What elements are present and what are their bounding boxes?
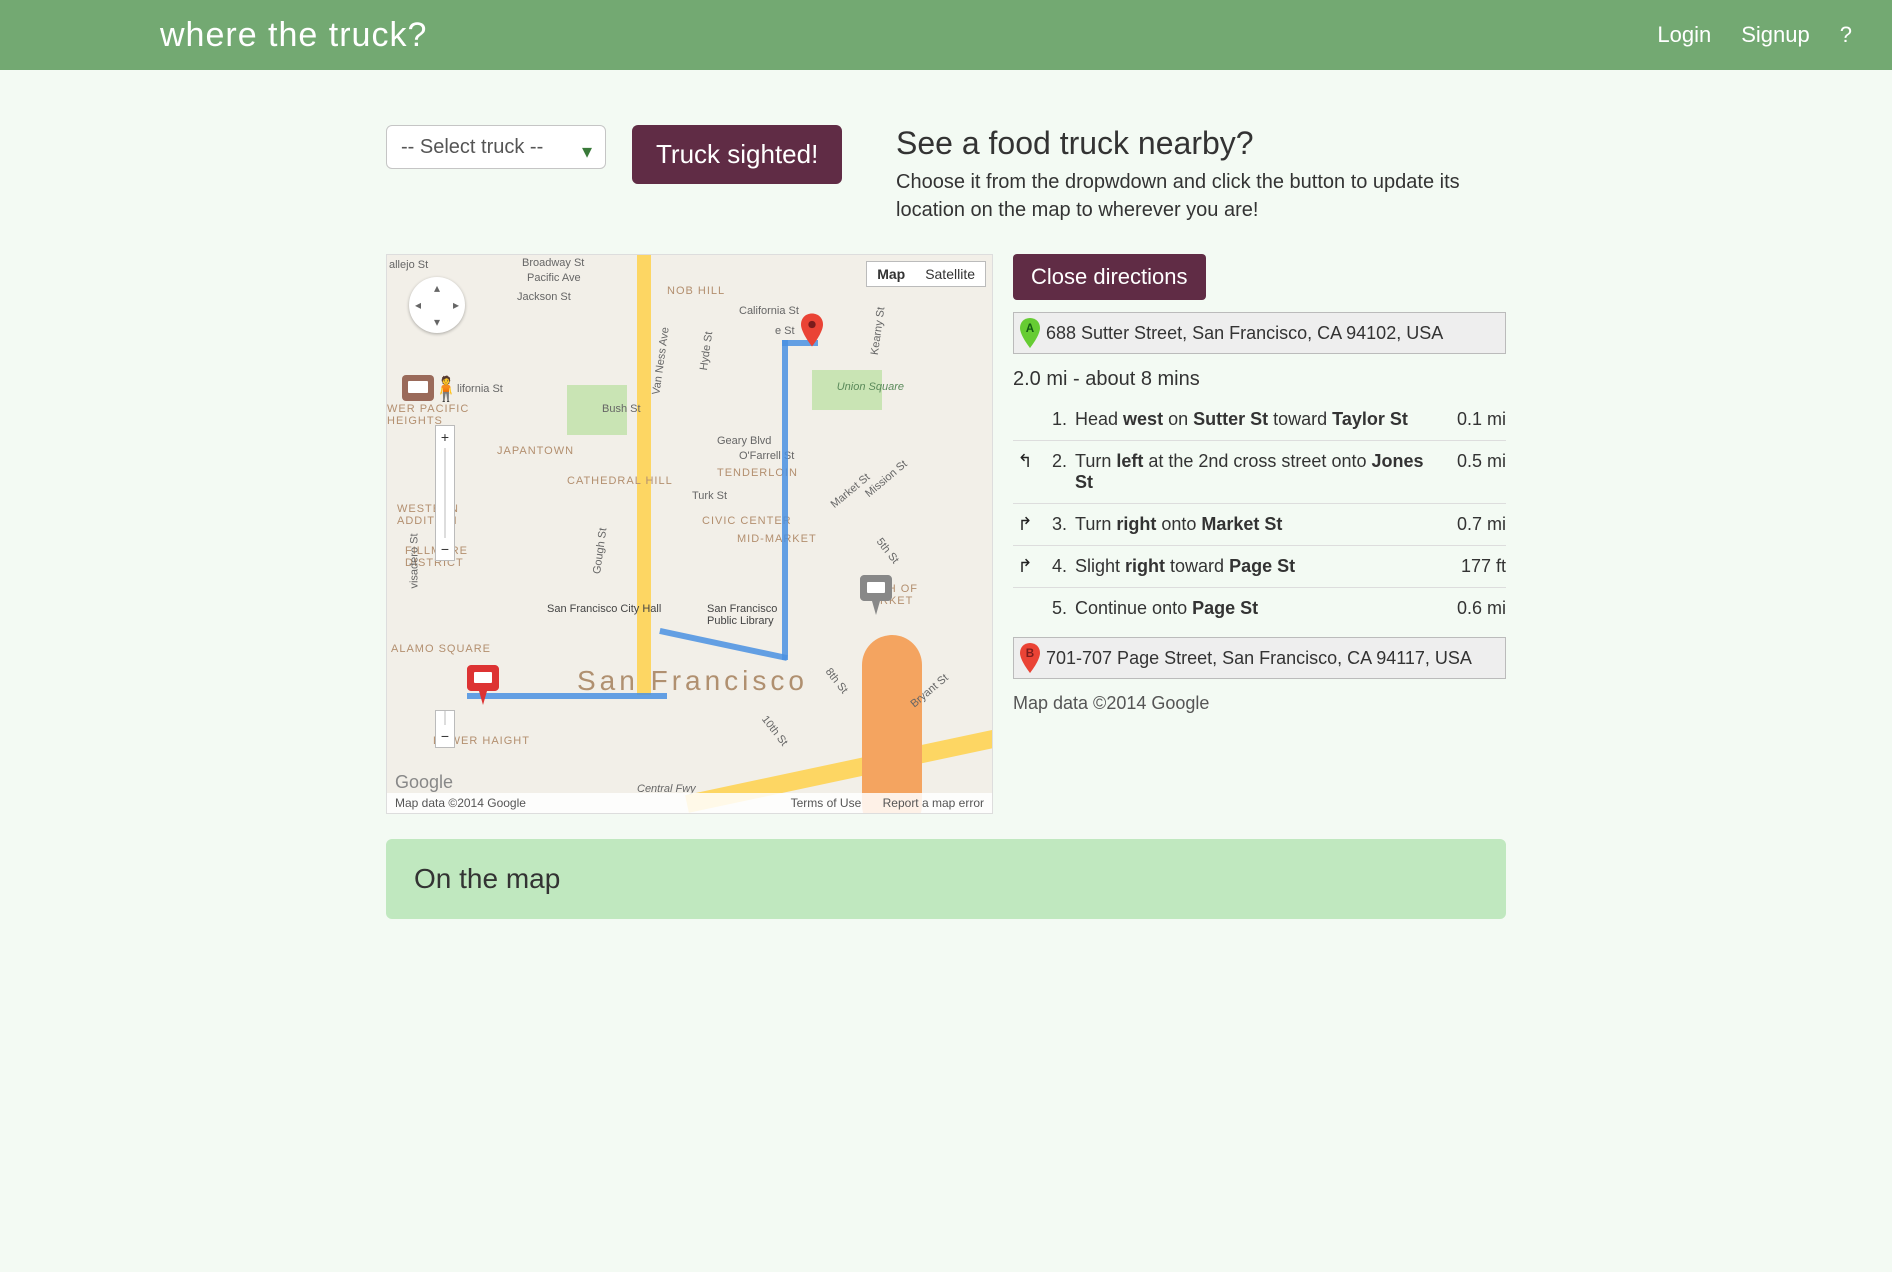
dest-address: 701-707 Page Street, San Francisco, CA 9… <box>1046 648 1472 669</box>
step-text: Head west on Sutter St toward Taylor St <box>1075 409 1436 430</box>
area-label: MID-MARKET <box>737 533 817 545</box>
step-number: 2. <box>1041 451 1067 472</box>
directions-credits: Map data ©2014 Google <box>1013 693 1506 714</box>
direction-step: 5. Continue onto Page St0.6 mi <box>1013 587 1506 629</box>
map-type-toggle: Map Satellite <box>866 261 986 287</box>
street-label: lifornia St <box>457 383 503 395</box>
legend-title: On the map <box>414 863 1478 895</box>
turn-icon: ↰ <box>1013 451 1037 472</box>
step-text: Turn right onto Market St <box>1075 514 1436 535</box>
street-label: Jackson St <box>517 291 571 303</box>
map-pin-truck-icon[interactable] <box>402 375 434 407</box>
header: where the truck? Login Signup ? <box>0 0 1892 70</box>
map-pin-truck-icon[interactable] <box>860 575 892 615</box>
map[interactable]: NOB HILL Union Square JAPANTOWN CATHEDRA… <box>386 254 993 814</box>
map-pan-control[interactable]: ▴ ▾ ◂ ▸ <box>409 277 465 333</box>
directions-summary: 2.0 mi - about 8 mins <box>1013 368 1506 391</box>
arrow-up-icon[interactable]: ▴ <box>434 281 440 295</box>
city-label: San Francisco <box>577 665 808 697</box>
nav-links: Login Signup ? <box>1657 22 1852 48</box>
map-pin-truck-icon[interactable] <box>467 665 499 705</box>
svg-text:B: B <box>1026 647 1034 660</box>
street-label: Geary Blvd <box>717 435 771 447</box>
nav-signup[interactable]: Signup <box>1741 22 1810 48</box>
poi-label: San Francisco City Hall <box>547 603 661 615</box>
directions-steps: 1. Head west on Sutter St toward Taylor S… <box>1013 399 1506 629</box>
step-text: Turn left at the 2nd cross street onto J… <box>1075 451 1436 493</box>
info-body: Choose it from the dropwdown and click t… <box>896 168 1506 224</box>
nav-help[interactable]: ? <box>1840 22 1852 48</box>
street-label: allejo St <box>389 259 428 271</box>
close-directions-button[interactable]: Close directions <box>1013 254 1206 300</box>
street-label: Pacific Ave <box>527 272 581 284</box>
truck-select[interactable]: -- Select truck -- <box>386 125 606 169</box>
street-label: Bush St <box>602 403 641 415</box>
area-label: CIVIC CENTER <box>702 515 792 527</box>
step-text: Continue onto Page St <box>1075 598 1436 619</box>
step-number: 3. <box>1041 514 1067 535</box>
direction-step: ↱3. Turn right onto Market St0.7 mi <box>1013 503 1506 545</box>
pin-a-icon: A <box>1020 317 1040 349</box>
step-distance: 0.6 mi <box>1436 598 1506 619</box>
info-heading: See a food truck nearby? <box>896 125 1506 162</box>
street-label: Turk St <box>692 490 727 502</box>
map-terms-link[interactable]: Terms of Use <box>791 796 862 810</box>
zoom-control-bottom: − <box>435 710 455 748</box>
arrow-left-icon[interactable]: ◂ <box>415 298 421 312</box>
street-label: Broadway St <box>522 257 584 269</box>
map-report-link[interactable]: Report a map error <box>883 796 984 810</box>
map-pin-destination-icon[interactable] <box>801 313 823 347</box>
turn-icon: ↱ <box>1013 514 1037 535</box>
brand-logo[interactable]: where the truck? <box>40 16 427 55</box>
map-copyright: Map data ©2014 Google <box>395 796 526 810</box>
origin-address: 688 Sutter Street, San Francisco, CA 941… <box>1046 323 1443 344</box>
arrow-right-icon[interactable]: ▸ <box>453 298 459 312</box>
pin-b-icon: B <box>1020 642 1040 674</box>
truck-sighted-button[interactable]: Truck sighted! <box>632 125 842 184</box>
step-text: Slight right toward Page St <box>1075 556 1436 577</box>
legend-panel: On the map <box>386 839 1506 919</box>
nav-login[interactable]: Login <box>1657 22 1711 48</box>
google-logo: Google <box>395 772 453 793</box>
area-label: Union Square <box>837 381 904 393</box>
zoom-out-button[interactable]: − <box>436 725 454 747</box>
map-type-satellite[interactable]: Satellite <box>915 262 985 286</box>
street-label: visadero St <box>409 533 421 588</box>
map-type-map[interactable]: Map <box>867 262 915 286</box>
arrow-down-icon[interactable]: ▾ <box>434 315 440 329</box>
step-number: 1. <box>1041 409 1067 430</box>
direction-step: 1. Head west on Sutter St toward Taylor S… <box>1013 399 1506 440</box>
step-distance: 0.7 mi <box>1436 514 1506 535</box>
street-label: e St <box>775 325 795 337</box>
area-label: JAPANTOWN <box>497 445 574 457</box>
step-number: 4. <box>1041 556 1067 577</box>
poi-label: San Francisco Public Library <box>707 603 777 627</box>
direction-step: ↰2. Turn left at the 2nd cross street ont… <box>1013 440 1506 503</box>
map-footer: Map data ©2014 Google Terms of Use Repor… <box>387 793 992 813</box>
directions-origin: A 688 Sutter Street, San Francisco, CA 9… <box>1013 312 1506 354</box>
turn-icon: ↱ <box>1013 556 1037 577</box>
step-distance: 0.5 mi <box>1436 451 1506 472</box>
step-distance: 0.1 mi <box>1436 409 1506 430</box>
area-label: ALAMO SQUARE <box>391 643 491 655</box>
zoom-out-button[interactable]: − <box>436 538 454 560</box>
area-label: NOB HILL <box>667 285 725 297</box>
zoom-slider[interactable] <box>436 448 454 538</box>
pegman-icon[interactable]: 🧍 <box>431 375 461 404</box>
directions-destination: B 701-707 Page Street, San Francisco, CA… <box>1013 637 1506 679</box>
direction-step: ↱4. Slight right toward Page St177 ft <box>1013 545 1506 587</box>
zoom-control: + − <box>435 425 455 561</box>
step-distance: 177 ft <box>1436 556 1506 577</box>
area-label: CATHEDRAL HILL <box>567 475 673 487</box>
svg-text:A: A <box>1026 322 1035 335</box>
directions-panel: Close directions A 688 Sutter Street, Sa… <box>1013 254 1506 814</box>
step-number: 5. <box>1041 598 1067 619</box>
truck-select-wrap: -- Select truck -- ▾ <box>386 125 606 169</box>
zoom-in-button[interactable]: + <box>436 426 454 448</box>
info-panel: See a food truck nearby? Choose it from … <box>896 125 1506 224</box>
street-label: California St <box>739 305 799 317</box>
